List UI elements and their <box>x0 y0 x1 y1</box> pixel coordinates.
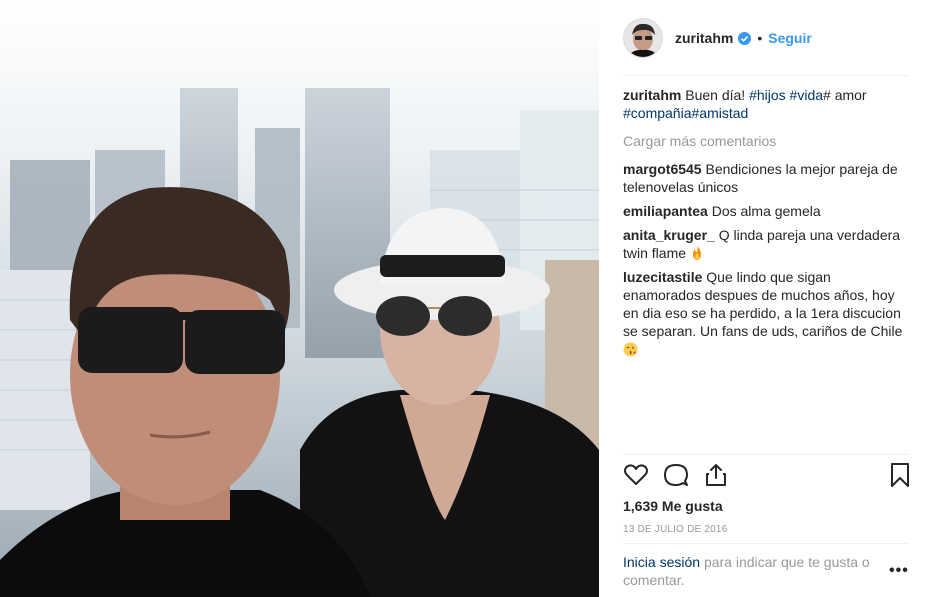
avatar-image <box>624 19 662 57</box>
list-item: emiliapantea Dos alma gemela <box>623 202 909 220</box>
hashtag-link[interactable]: #vida <box>790 87 823 103</box>
comment-username[interactable]: emiliapantea <box>623 203 708 219</box>
verified-badge-icon <box>738 31 752 45</box>
selfie-illustration <box>0 0 599 597</box>
bookmark-icon[interactable] <box>887 462 913 488</box>
caption: zuritahm Buen día! #hijos #vida# amor #c… <box>623 86 909 122</box>
login-prompt: Inicia sesión para indicar que te gusta … <box>623 553 873 589</box>
header-divider <box>623 75 909 76</box>
post-sidebar: zuritahm • Seguir zuritahm Buen día! #hi… <box>599 0 933 597</box>
list-item: anita_kruger_ Q linda pareja una verdade… <box>623 226 909 262</box>
avatar[interactable] <box>623 18 663 58</box>
comment-username[interactable]: anita_kruger_ <box>623 227 715 243</box>
footer-divider <box>623 543 909 544</box>
heart-icon[interactable] <box>623 462 649 488</box>
fire-emoji-icon <box>692 246 701 260</box>
comment-username[interactable]: margot6545 <box>623 161 702 177</box>
list-item: luzecitastile Que lindo que sigan enamor… <box>623 268 909 358</box>
login-link[interactable]: Inicia sesión <box>623 554 700 570</box>
action-bar <box>623 462 909 492</box>
caption-text: Buen día! <box>685 87 746 103</box>
follow-button[interactable]: Seguir <box>768 30 812 46</box>
post-date: 13 DE JULIO DE 2016 <box>623 524 728 535</box>
caption-username[interactable]: zuritahm <box>623 87 681 103</box>
hashtag-link[interactable]: #compañia <box>623 105 692 121</box>
post-header: zuritahm • Seguir <box>623 16 909 60</box>
comments-list: zuritahm Buen día! #hijos #vida# amor #c… <box>623 86 909 364</box>
actions-divider <box>623 454 909 455</box>
more-options-button[interactable]: ••• <box>889 562 909 580</box>
post-username[interactable]: zuritahm <box>675 30 733 46</box>
share-icon[interactable] <box>703 462 729 488</box>
kiss-emoji-icon <box>623 342 638 357</box>
separator-dot: • <box>757 30 763 46</box>
comment-icon[interactable] <box>663 462 689 488</box>
comment-username[interactable]: luzecitastile <box>623 269 702 285</box>
list-item: margot6545 Bendiciones la mejor pareja d… <box>623 160 909 196</box>
post-photo[interactable] <box>0 0 599 597</box>
load-more-comments-button[interactable]: Cargar más comentarios <box>623 132 909 150</box>
hashtag-link[interactable]: #amistad <box>692 105 749 121</box>
hashtag-link[interactable]: #hijos <box>749 87 786 103</box>
caption-text: # amor <box>823 87 867 103</box>
likes-count[interactable]: 1,639 Me gusta <box>623 498 723 514</box>
comment-text: Dos alma gemela <box>711 203 821 219</box>
